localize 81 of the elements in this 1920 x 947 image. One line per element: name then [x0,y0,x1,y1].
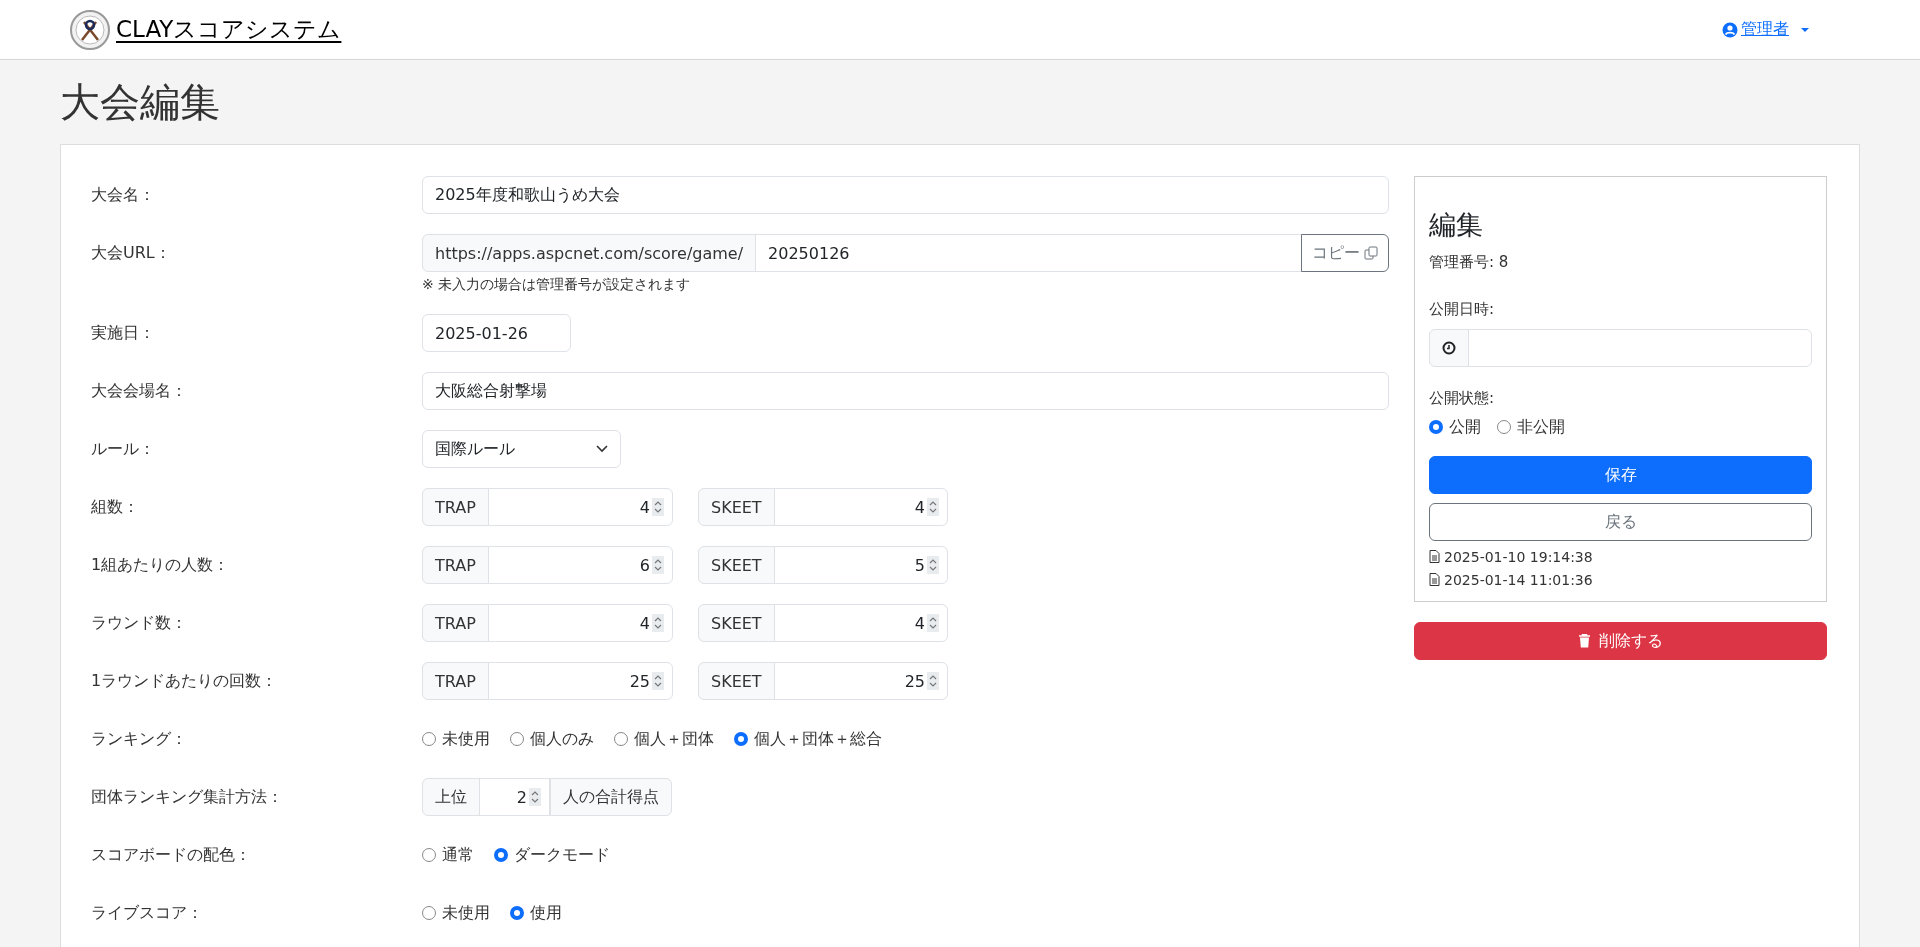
user-menu[interactable]: 管理者 [1722,19,1810,40]
input-prefix: SKEET [698,546,775,584]
field-label: ランキング： [91,727,188,750]
spinner-icon[interactable] [927,672,939,690]
number-field[interactable]: 25 [487,662,673,700]
spinner-icon[interactable] [652,672,664,690]
radio-option[interactable]: 公開 [1429,416,1481,438]
document-icon [1429,550,1440,563]
history-entry: 2025-01-10 19:14:38 [1429,545,1812,568]
radio-option[interactable]: 個人＋団体＋総合 [734,728,882,750]
user-icon [1722,21,1738,38]
field-label: 1組あたりの人数： [91,553,231,576]
id-text: 管理番号: 8 [1429,253,1510,272]
field-label: 公開状態: [1429,389,1496,408]
field-label: ライブスコア： [91,901,204,924]
page-title: 大会編集 [60,78,221,127]
url-prefix: https://apps.aspcnet.com/score/game/ [422,234,757,272]
radio-option[interactable]: 未使用 [422,728,490,750]
field-label: 大会名： [91,183,156,206]
number-field[interactable]: 4 [773,604,948,642]
spinner-icon[interactable] [652,498,664,516]
datetime-field[interactable] [1468,329,1812,367]
radio-option[interactable]: 未使用 [422,902,490,924]
input-prefix: 上位 [422,778,480,816]
input-prefix: TRAP [422,546,489,584]
field-label: 実施日： [91,321,156,344]
spinner-icon[interactable] [652,556,664,574]
clock-icon [1442,341,1456,355]
radio-option[interactable]: 個人のみ [510,728,594,750]
radio-option[interactable]: 使用 [510,902,562,924]
number-field[interactable]: 6 [487,546,673,584]
url-field[interactable]: 20250126 [755,234,1302,272]
number-field[interactable]: 4 [773,488,948,526]
input-suffix: 人の合計得点 [550,778,672,816]
panel-title: 編集 [1429,208,1484,242]
spinner-icon[interactable] [652,614,664,632]
brand-link[interactable]: CLAYスコアシステム [70,9,342,50]
text-field[interactable]: 2025年度和歌山うめ大会 [422,176,1389,214]
chevron-down-icon [596,445,608,453]
field-label: 公開日時: [1429,300,1496,319]
field-label: 大会URL： [91,241,172,264]
field-label: 組数： [91,495,140,518]
hint-text: ※ 未入力の場合は管理番号が設定されます [422,276,692,294]
input-prefix: TRAP [422,604,489,642]
delete-button[interactable]: 削除する [1414,622,1827,660]
back-button[interactable]: 戻る [1429,503,1812,541]
radio-option[interactable]: 個人＋団体 [614,728,714,750]
field-label: 大会会場名： [91,379,188,402]
logo-icon [70,9,110,50]
document-icon [1429,573,1440,586]
input-prefix: SKEET [698,662,775,700]
field-label: 1ラウンドあたりの回数： [91,669,279,692]
field-label: ルール： [91,437,156,460]
spinner-icon[interactable] [927,556,939,574]
text-field[interactable]: 大阪総合射撃場 [422,372,1389,410]
number-field[interactable]: 4 [487,604,673,642]
save-button[interactable]: 保存 [1429,456,1812,494]
trash-icon [1578,634,1591,648]
input-prefix: SKEET [698,604,775,642]
caret-icon [1800,26,1810,33]
spinner-icon[interactable] [927,498,939,516]
input-prefix: SKEET [698,488,775,526]
field-label: ラウンド数： [91,611,188,634]
copy-icon [1364,246,1378,260]
history-entry: 2025-01-14 11:01:36 [1429,568,1812,591]
field-label: 団体ランキング集計方法： [91,785,284,808]
radio-option[interactable]: 通常 [422,844,474,866]
date-field[interactable]: 2025-01-26 [422,314,571,352]
number-field[interactable]: 4 [487,488,673,526]
number-field[interactable]: 5 [773,546,948,584]
number-field[interactable]: 25 [773,662,948,700]
number-field[interactable]: 2 [479,778,550,816]
input-prefix: TRAP [422,488,489,526]
spinner-icon[interactable] [927,614,939,632]
radio-option[interactable]: 非公開 [1497,416,1565,438]
field-label: スコアボードの配色： [91,843,252,866]
input-prefix: TRAP [422,662,489,700]
radio-option[interactable]: ダークモード [494,844,610,866]
rule-select[interactable]: 国際ルール [422,430,621,468]
copy-button[interactable]: コピー [1301,234,1389,272]
spinner-icon[interactable] [529,788,541,806]
